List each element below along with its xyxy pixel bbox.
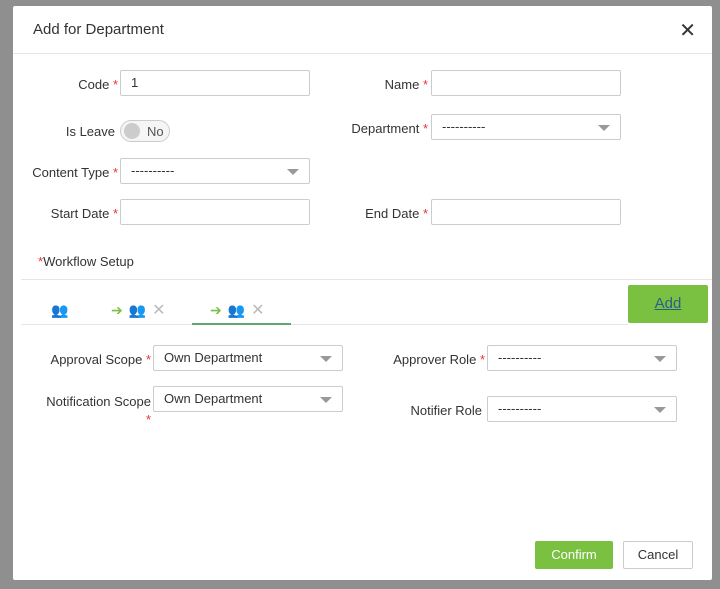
start-date-label: Start Date * [50,206,118,221]
add-step-button[interactable]: Add [628,285,708,323]
end-date-input[interactable] [431,199,621,225]
confirm-button[interactable]: Confirm [535,541,613,569]
users-icon: 👥 [128,301,147,318]
users-icon: 👥 [51,301,69,318]
content-type-label: Content Type * [32,165,118,180]
remove-step-icon[interactable]: ✕ [152,300,165,320]
notification-scope-label: Notification Scope * [46,394,151,427]
remove-step-icon[interactable]: ✕ [251,300,264,320]
arrow-right-icon: ➔ [111,301,123,318]
approval-scope-select[interactable]: Own Department [153,345,343,371]
notifier-role-select[interactable]: ---------- [487,396,677,422]
workflow-step-tab-2[interactable]: ➔ 👥 ✕ [111,295,166,325]
is-leave-label: Is Leave [65,124,115,139]
code-label: Code * [78,77,118,92]
workflow-step-tab-1[interactable]: 👥 [51,295,68,325]
approver-role-label: Approver Role * [393,352,485,367]
content-type-select[interactable]: ---------- [120,158,310,184]
department-select[interactable]: ---------- [431,114,621,140]
cancel-button[interactable]: Cancel [623,541,693,569]
notification-scope-select[interactable]: Own Department [153,386,343,412]
name-input[interactable] [431,70,621,96]
approval-scope-label: Approval Scope * [50,352,151,367]
add-department-dialog: Add for Department ✕ Code * 1 Name * Is … [13,6,712,580]
toggle-text: No [147,124,164,139]
divider [21,279,712,280]
close-icon[interactable]: ✕ [679,18,696,43]
workflow-step-tab-3[interactable]: ➔ 👥 ✕ [210,295,265,325]
users-icon: 👥 [227,301,246,318]
arrow-right-icon: ➔ [210,301,222,318]
department-label: Department * [351,121,428,136]
dialog-header: Add for Department ✕ [13,6,712,54]
end-date-label: End Date * [365,206,428,221]
start-date-input[interactable] [120,199,310,225]
is-leave-toggle[interactable]: No [120,120,170,142]
notifier-role-label: Notifier Role [410,403,482,418]
approver-role-select[interactable]: ---------- [487,345,677,371]
active-tab-indicator [192,323,291,325]
workflow-setup-label: *Workflow Setup [38,254,134,269]
name-label: Name * [384,77,428,92]
code-input[interactable]: 1 [120,70,310,96]
dialog-title: Add for Department [33,21,164,38]
